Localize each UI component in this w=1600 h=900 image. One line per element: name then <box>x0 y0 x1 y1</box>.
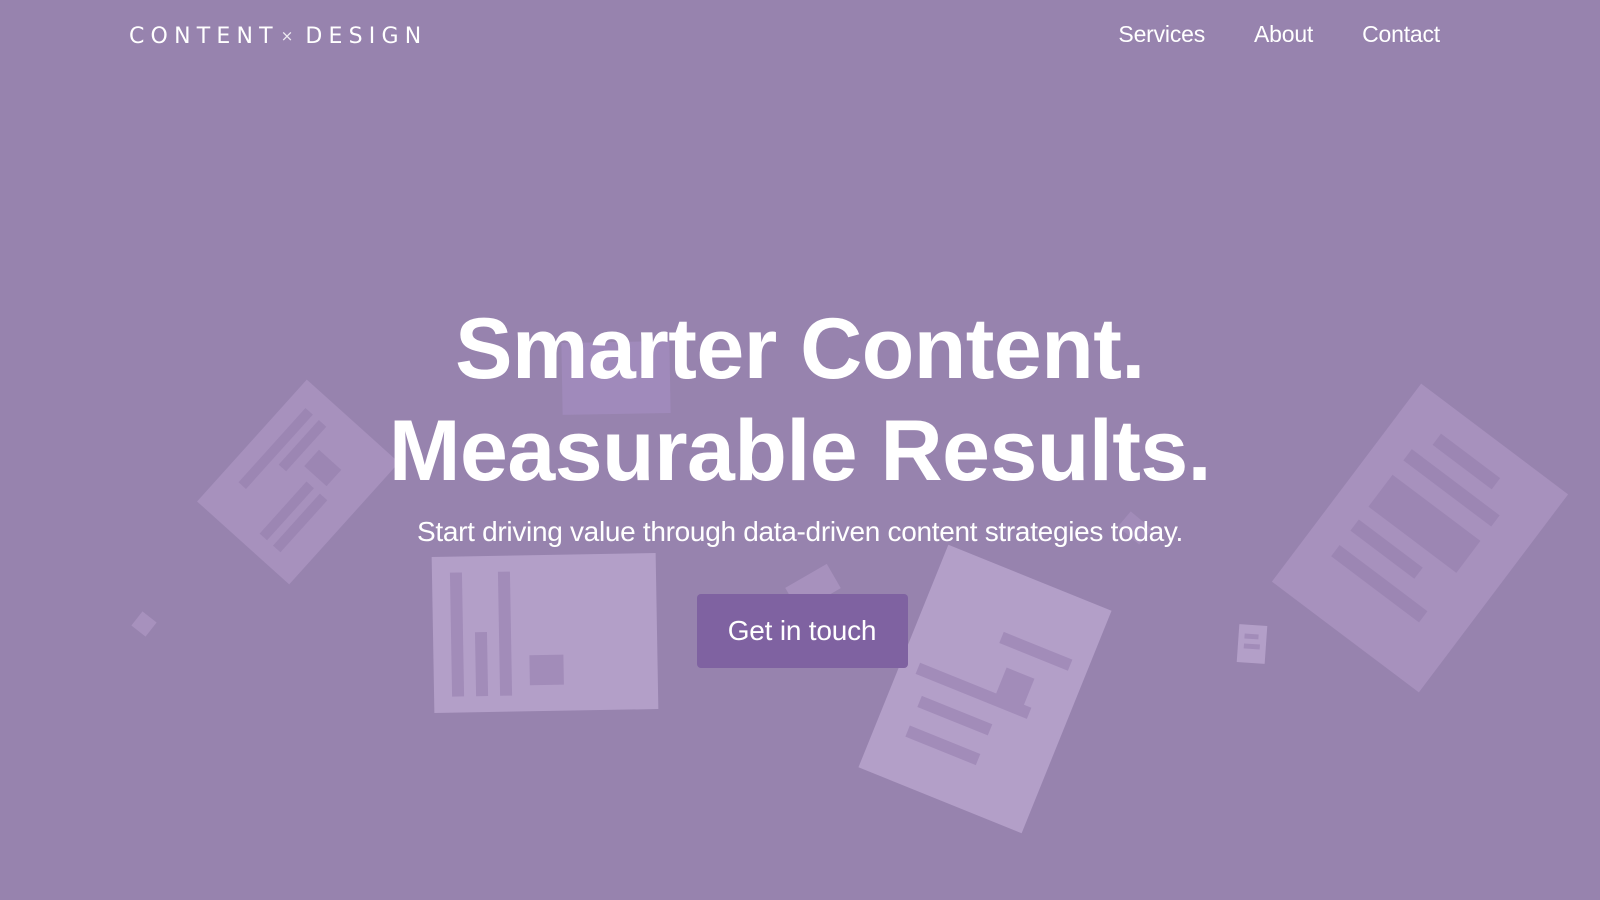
nav-link-services[interactable]: Services <box>1118 18 1205 50</box>
logo-text-content: CONTENT <box>129 24 279 49</box>
hero-section: CONTENT × DESIGN Services About Contact Sm… <box>0 0 1600 900</box>
nav-link-contact[interactable]: Contact <box>1362 18 1440 50</box>
nav-link-about[interactable]: About <box>1254 18 1313 50</box>
logo-separator: × <box>280 27 294 45</box>
site-logo[interactable]: CONTENT × DESIGN <box>129 22 427 53</box>
hero-subheadline: Start driving value through data-driven … <box>417 516 1183 547</box>
site-header: CONTENT × DESIGN Services About Contact <box>0 0 1600 72</box>
get-in-touch-button[interactable]: Get in touch <box>696 594 908 668</box>
hero-headline-line-2: Measurable Results. <box>388 403 1212 499</box>
logo-text-design: DESIGN <box>305 24 428 49</box>
main-nav: Services About Contact <box>1118 18 1440 50</box>
hero-headline-line-1: Smarter Content. <box>455 301 1145 397</box>
hero-content: Smarter Content. Measurable Results. Sta… <box>0 298 1600 668</box>
hero-headline: Smarter Content. Measurable Results. <box>0 298 1600 502</box>
